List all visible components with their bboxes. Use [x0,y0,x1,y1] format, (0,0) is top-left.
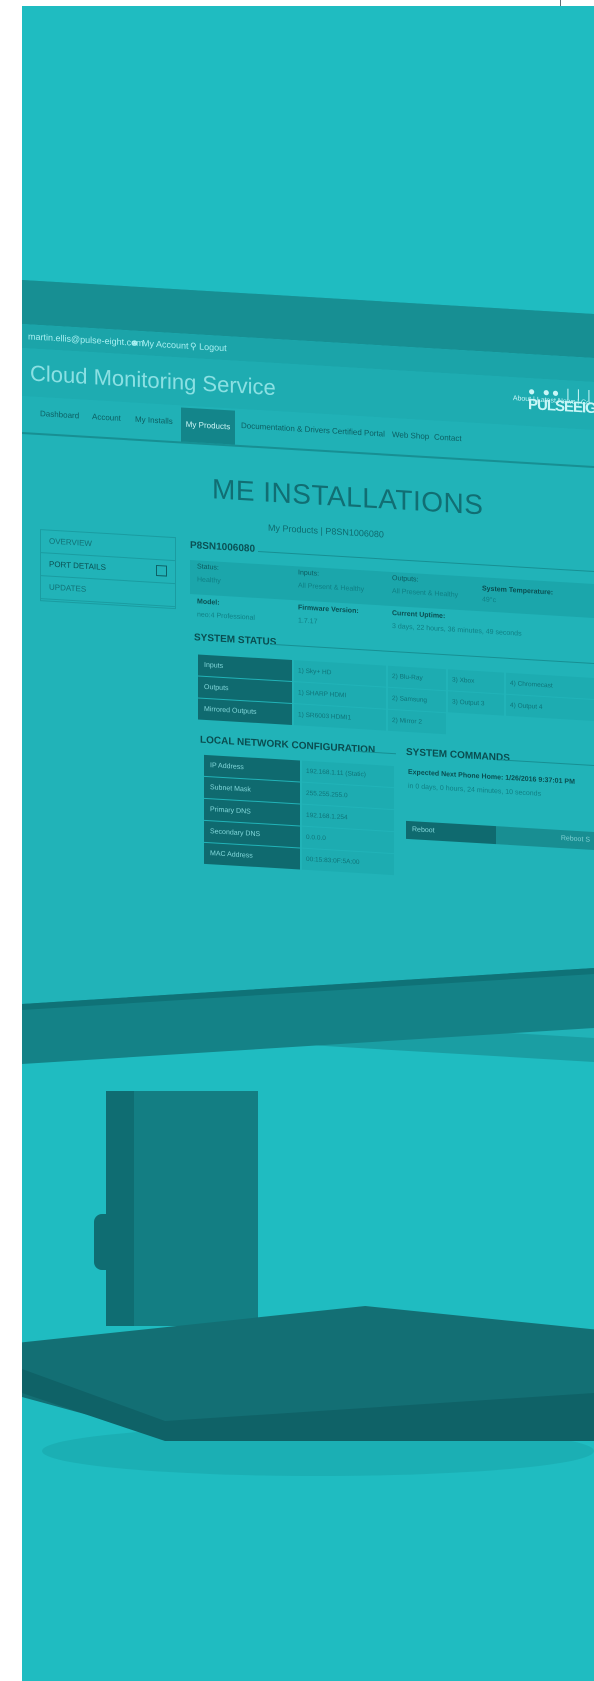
chevron-down-icon[interactable] [156,564,167,577]
temperature-value: 49°c [482,596,497,605]
nav-account[interactable]: Account [92,412,121,423]
firmware-value: 1.7.17 [298,617,318,626]
page-title: ME INSTALLATIONS [212,473,484,521]
monitor-stand-neck-shade [106,1091,134,1326]
my-account-link[interactable]: ☻ My Account [130,337,189,350]
device-title: P8SN1006080 [190,539,256,555]
network-table: IP Address 192.168.1.11 (Static) Subnet … [204,754,394,878]
reboot-button[interactable]: Reboot [406,820,496,845]
table-cell: 1) SR6003 HDMI1 [294,704,386,731]
table-cell: 2) Mirror 2 [388,709,446,735]
model-label: Model: [197,598,220,607]
site-title: Cloud Monitoring Service [30,360,276,401]
status-label: Status: [197,563,219,572]
nav-certified-portal[interactable]: Certified Portal [332,426,385,438]
next-phone-home: Expected Next Phone Home: 1/26/2016 9:37… [408,768,575,786]
phone-home-countdown: in 0 days, 0 hours, 24 minutes, 10 secon… [408,782,542,798]
firmware-label: Firmware Version: [298,604,359,616]
uptime-value: 3 days, 22 hours, 36 minutes, 49 seconds [392,622,522,638]
system-commands-title: SYSTEM COMMANDS [406,746,510,764]
inputs-label: Inputs: [298,569,320,578]
pulse-eight-logo: ● ●● | | | PULSEEIGH [522,384,594,420]
breadcrumb-separator: | [320,525,323,536]
system-status-table: Inputs 1) Sky+ HD 2) Blu-Ray 3) Xbox 4) … [198,654,594,744]
monitor-stand-hinge [94,1214,118,1270]
table-row-head: MAC Address [204,842,300,870]
table-cell: 00:15:83:0F:5A:00 [302,848,394,876]
breadcrumb-current: P8SN1006080 [325,526,384,540]
nav-my-installs[interactable]: My Installs [135,415,173,426]
breadcrumb-root[interactable]: My Products [268,523,318,536]
nav-web-shop[interactable]: Web Shop [392,430,429,441]
outputs-label: Outputs: [392,574,419,584]
table-cell: 3) Output 3 [448,691,504,716]
system-commands-rule [498,759,594,766]
breadcrumb: My Products | P8SN1006080 [268,523,384,540]
status-value: Healthy [197,576,221,585]
account-email[interactable]: martin.ellis@pulse-eight.com [28,331,144,348]
system-status-title: SYSTEM STATUS [194,632,277,649]
network-title: LOCAL NETWORK CONFIGURATION [200,734,376,756]
table-row-head: Mirrored Outputs [198,698,292,726]
table-cell: 2) Blu-Ray [388,665,446,691]
monitor-screen: martin.ellis@pulse-eight.com ☻ My Accoun… [22,324,594,1038]
page-background: martin.ellis@pulse-eight.com ☻ My Accoun… [22,6,594,1681]
logout-link[interactable]: ⚲ Logout [190,341,227,354]
model-value: neo:4 Professional [197,611,255,622]
uptime-label: Current Uptime: [392,609,446,621]
logo-wordmark: PULSEEIGH [528,396,594,418]
side-menu: OVERVIEW PORT DETAILS UPDATES [40,529,176,610]
reboot-system-button[interactable]: Reboot S [496,826,594,850]
nav-contact[interactable]: Contact [434,432,462,443]
table-cell: 3) Xbox [448,669,504,694]
nav-documentation[interactable]: Documentation & Drivers [241,421,330,435]
table-cell: 2) Samsung [388,687,446,713]
nav-my-products[interactable]: My Products [181,407,235,445]
nav-dashboard[interactable]: Dashboard [40,409,79,420]
